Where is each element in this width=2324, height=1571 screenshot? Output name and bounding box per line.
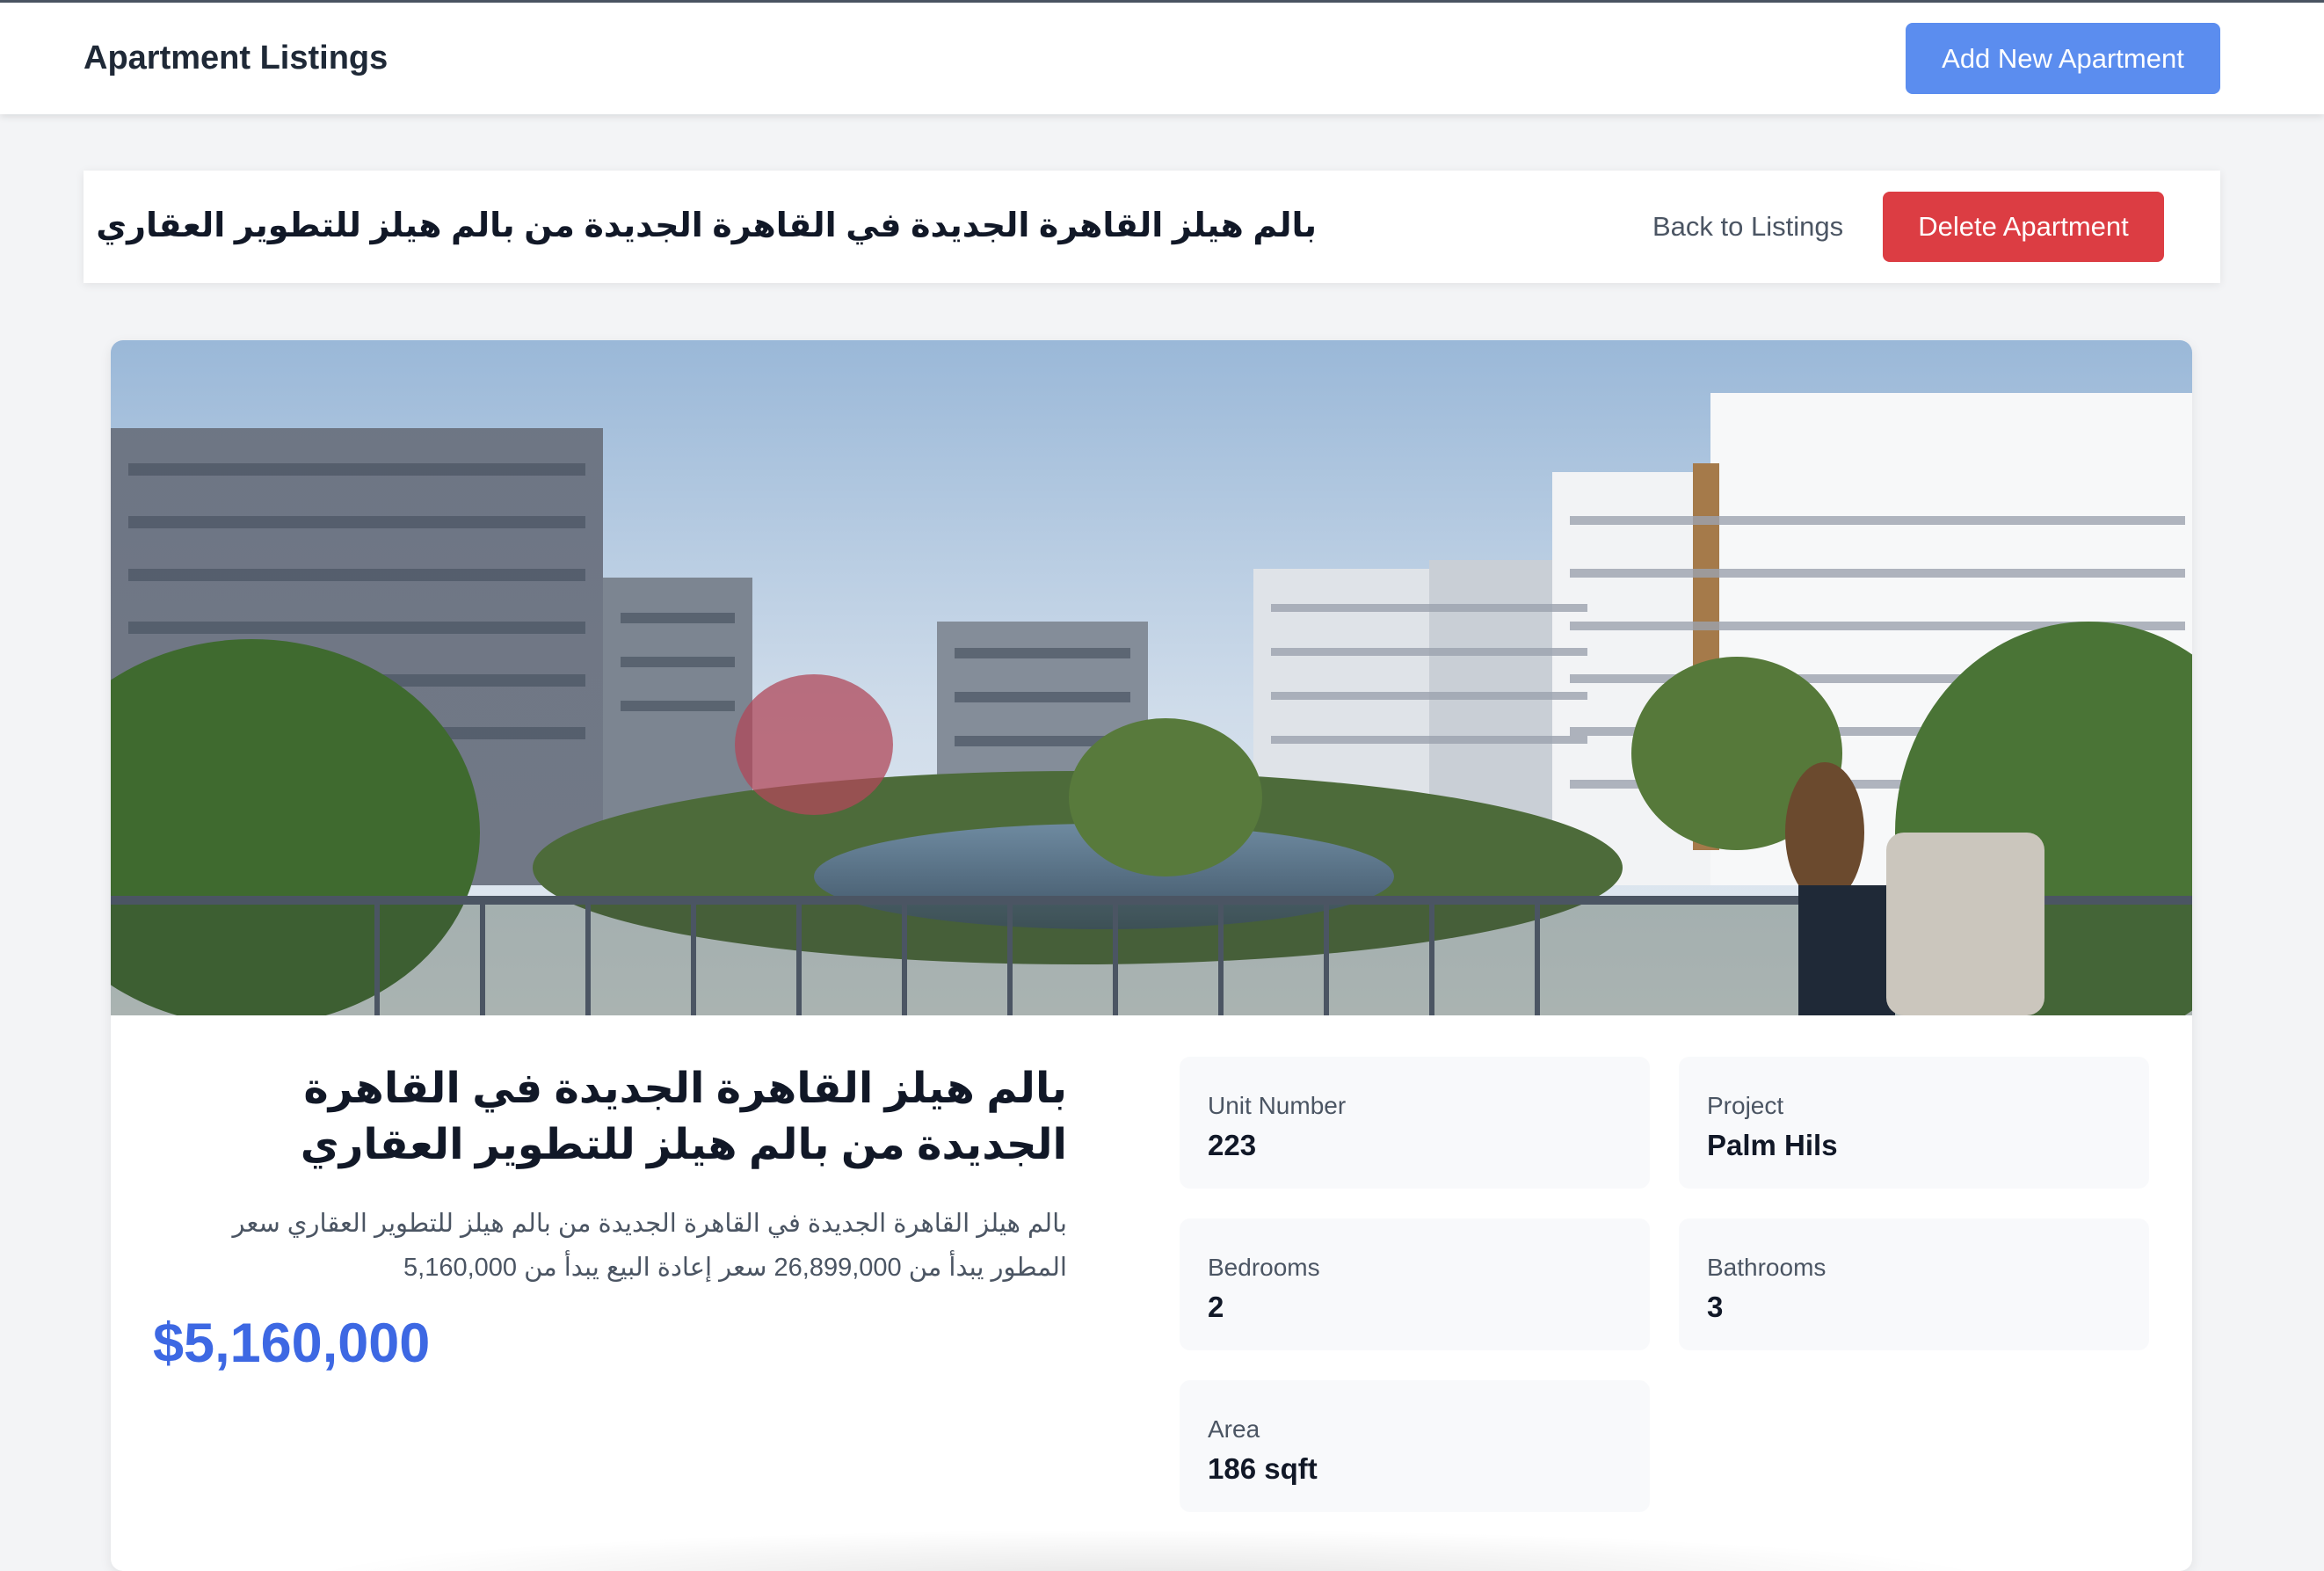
stat-label: Unit Number — [1208, 1092, 1347, 1119]
navbar: Apartment Listings Add New Apartment — [0, 3, 2324, 114]
stat-value: 2 — [1208, 1291, 1224, 1323]
listing-header-title: بالم هيلز القاهرة الجديدة في القاهرة الج… — [96, 207, 1317, 244]
stat-value: 3 — [1707, 1291, 1724, 1323]
card-shadow — [287, 1529, 2009, 1571]
apartment-photo — [111, 340, 2192, 1015]
stat-project: Project Palm Hils — [1679, 1057, 2149, 1189]
listing-price: $5,160,000 — [153, 1313, 431, 1374]
stat-value: 186 sqft — [1208, 1452, 1318, 1485]
stat-unit-number: Unit Number 223 — [1180, 1057, 1650, 1189]
stat-label: Bathrooms — [1707, 1254, 1827, 1281]
add-new-apartment-button[interactable]: Add New Apartment — [1906, 23, 2220, 94]
stat-label: Area — [1208, 1415, 1260, 1443]
stat-area: Area 186 sqft — [1180, 1380, 1650, 1512]
stat-label: Bedrooms — [1208, 1254, 1320, 1281]
stat-value: Palm Hils — [1707, 1129, 1838, 1161]
delete-apartment-button[interactable]: Delete Apartment — [1883, 192, 2164, 262]
stat-bathrooms: Bathrooms 3 — [1679, 1218, 2149, 1350]
listing-title: بالم هيلز القاهرة الجديدة في القاهرة الج… — [300, 1066, 1067, 1168]
back-to-listings-link[interactable]: Back to Listings — [1652, 211, 1843, 243]
listing-header: بالم هيلز القاهرة الجديدة في القاهرة الج… — [84, 171, 2220, 283]
stat-bedrooms: Bedrooms 2 — [1180, 1218, 1650, 1350]
stat-value: 223 — [1208, 1129, 1257, 1161]
app-title: Apartment Listings — [84, 40, 389, 76]
listing-description: بالم هيلز القاهرة الجديدة في القاهرة الج… — [232, 1210, 1067, 1282]
apartment-detail-card: بالم هيلز القاهرة الجديدة في القاهرة الج… — [111, 340, 2192, 1571]
stat-label: Project — [1707, 1092, 1784, 1119]
